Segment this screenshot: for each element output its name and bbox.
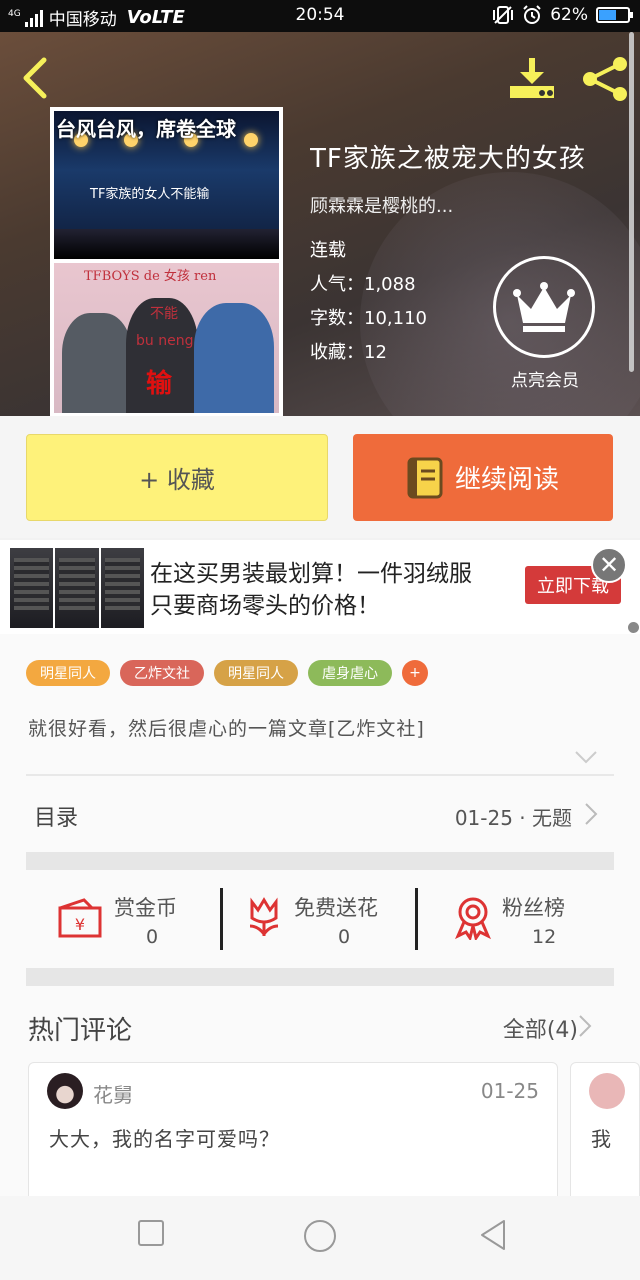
all-comments-link[interactable]: 全部(4): [503, 1012, 578, 1044]
comment-user[interactable]: 花舅: [93, 1079, 133, 1108]
home-icon[interactable]: [302, 1218, 338, 1254]
book-intro[interactable]: 就很好看，然后很虐心的一篇文章[乙炸文社]: [28, 714, 425, 741]
back-arrow-icon[interactable]: [16, 54, 52, 102]
battery-percent: 62%: [550, 5, 588, 25]
book-title: TF家族之被宠大的女孩: [310, 144, 586, 174]
back-icon[interactable]: [478, 1218, 508, 1252]
stat-name: 粉丝榜: [502, 896, 565, 920]
tag-item[interactable]: 明星同人: [26, 660, 110, 686]
ad-info-icon[interactable]: [628, 622, 639, 633]
avatar[interactable]: [589, 1073, 625, 1109]
comment-text: 大大，我的名字可爱吗？: [49, 1127, 280, 1151]
ad-image: [10, 548, 144, 628]
chevron-down-icon[interactable]: [574, 750, 598, 764]
continue-reading-label: 继续阅读: [454, 465, 559, 495]
member-label[interactable]: 点亮会员: [500, 366, 590, 391]
ad-subline: 只要商场零头的价格！: [150, 593, 380, 619]
book-popularity: 人气：1,088: [310, 274, 416, 295]
status-right: 62%: [492, 5, 633, 25]
stat-name: 赏金币: [114, 896, 177, 920]
ad-banner[interactable]: 在这买男装最划算！一件羽绒服 只要商场零头的价格！ 立即下载: [0, 540, 640, 634]
book-header: 台风台风，席卷全球 TF家族的女人不能输 TFBOYS de 女孩 ren 不能…: [0, 32, 640, 416]
book-author[interactable]: 顾霖霖是樱桃的...: [310, 192, 453, 218]
ad-close-icon[interactable]: ✕: [591, 547, 627, 583]
toc-latest-chapter: 01-25 · 无题: [454, 806, 572, 830]
chevron-right-icon[interactable]: [578, 1014, 592, 1038]
book-info: 明星同人 乙炸文社 明星同人 虐身虐心 + 就很好看，然后很虐心的一篇文章[乙炸…: [0, 634, 640, 1280]
cover-caption: TF家族的女人不能输: [90, 187, 210, 202]
cover-line-1: TFBOYS de 女孩 ren: [84, 269, 217, 284]
member-button[interactable]: [493, 256, 595, 358]
cover-line-3: bu neng: [136, 333, 194, 349]
book-icon: [407, 457, 443, 498]
comment-date: 01-25: [480, 1079, 539, 1103]
battery-icon: [596, 7, 633, 23]
continue-reading-button[interactable]: 继续阅读: [353, 434, 613, 521]
chevron-right-icon: [585, 803, 598, 825]
comment-card[interactable]: 我: [570, 1062, 640, 1202]
hot-comments-title: 热门评论: [28, 1016, 133, 1046]
action-bar: + 收藏 继续阅读: [0, 416, 640, 538]
medal-icon: [455, 897, 491, 940]
stat-value: 0: [146, 926, 159, 948]
recent-apps-icon[interactable]: [136, 1218, 166, 1248]
download-icon[interactable]: [506, 54, 558, 102]
svg-text:¥: ¥: [75, 915, 85, 934]
collect-button[interactable]: + 收藏: [26, 434, 328, 521]
stat-name: 免费送花: [294, 896, 378, 920]
system-nav-bar: [0, 1196, 640, 1280]
book-status: 连载: [310, 240, 346, 261]
tag-item[interactable]: 明星同人: [214, 660, 298, 686]
cover-line-2: 不能: [150, 306, 178, 322]
ad-headline: 在这买男装最划算！一件羽绒服: [150, 561, 472, 587]
cover-line-4: 输: [146, 369, 173, 399]
send-flowers-stat[interactable]: 免费送花 0: [244, 872, 414, 968]
share-icon[interactable]: [580, 54, 630, 104]
comment-text: 我: [591, 1127, 611, 1151]
tag-item[interactable]: 虐身虐心: [308, 660, 392, 686]
comment-card[interactable]: 花舅 01-25 大大，我的名字可爱吗？: [28, 1062, 558, 1202]
book-word-count: 字数：10,110: [310, 308, 427, 329]
scrollbar[interactable]: [629, 32, 634, 372]
tag-list: 明星同人 乙炸文社 明星同人 虐身虐心 +: [26, 660, 428, 686]
add-tag-button[interactable]: +: [402, 660, 428, 686]
fan-ranking-stat[interactable]: 粉丝榜 12: [452, 872, 612, 968]
alarm-icon: [523, 5, 541, 24]
support-stats: ¥ 赏金币 0 免费送花 0 粉丝榜 12: [26, 872, 614, 968]
toc-label: 目录: [34, 806, 79, 831]
avatar[interactable]: [47, 1073, 83, 1109]
cover-bottom: TFBOYS de 女孩 ren 不能 bu neng 输: [54, 263, 279, 413]
flower-icon: [249, 897, 279, 936]
book-cover: 台风台风，席卷全球 TF家族的女人不能输 TFBOYS de 女孩 ren 不能…: [50, 107, 283, 416]
stat-value: 0: [338, 926, 351, 948]
reward-coins-stat[interactable]: ¥ 赏金币 0: [56, 872, 216, 968]
table-of-contents-row[interactable]: 目录 01-25 · 无题: [26, 776, 614, 854]
stat-value: 12: [532, 926, 557, 948]
cover-top-text: 台风台风，席卷全球: [56, 117, 236, 141]
crown-icon: [513, 282, 575, 332]
vibrate-icon: [493, 6, 514, 24]
cover-top: 台风台风，席卷全球 TF家族的女人不能输: [54, 111, 279, 259]
red-envelope-icon: ¥: [58, 898, 102, 938]
book-favorites: 收藏：12: [310, 342, 387, 363]
status-bar: 4G 中国移动 VoLTE 20:54 62%: [0, 0, 640, 32]
tag-item[interactable]: 乙炸文社: [120, 660, 204, 686]
